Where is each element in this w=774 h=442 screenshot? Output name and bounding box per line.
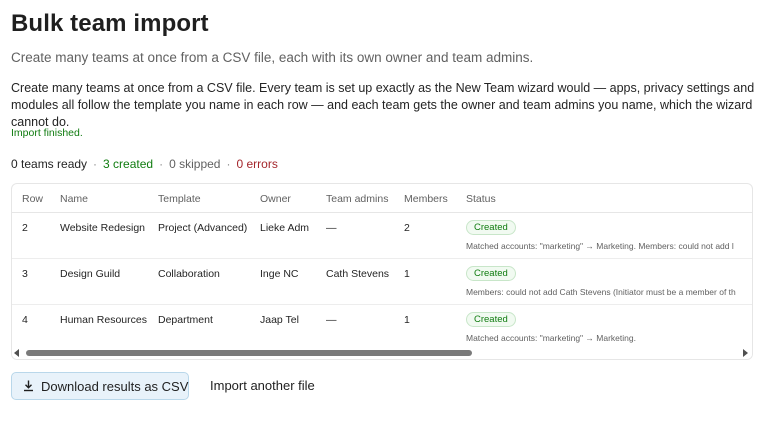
download-icon [24, 380, 33, 392]
table-row: 2 Website Redesign Project (Advanced) Li… [12, 213, 752, 259]
cell-owner: Inge NC [260, 268, 299, 280]
summary-separator: · [93, 157, 98, 171]
cell-members: 2 [404, 222, 410, 234]
summary-skipped: 0 skipped [169, 157, 221, 171]
column-header-status: Status [466, 193, 496, 205]
status-note: Matched accounts: "marketing" → Marketin… [466, 241, 734, 251]
import-status-message: Import finished. [11, 127, 83, 139]
cell-team-admins: Cath Stevens [326, 268, 390, 280]
summary-separator: · [226, 157, 231, 171]
page-title: Bulk team import [11, 10, 209, 37]
column-header-row: Row [22, 193, 44, 205]
table-header-row: Row Name Template Owner Team admins Memb… [12, 184, 752, 213]
import-another-file-button[interactable]: Import another file [210, 378, 315, 393]
status-note: Matched accounts: "marketing" → Marketin… [466, 333, 636, 343]
status-badge: Created [466, 220, 516, 235]
cell-row-number: 4 [22, 314, 28, 326]
page-description: Create many teams at once from a CSV fil… [11, 81, 755, 129]
cell-team-name: Website Redesign [60, 222, 146, 234]
cell-members: 1 [404, 268, 410, 280]
column-header-owner: Owner [260, 193, 291, 205]
cell-row-number: 3 [22, 268, 28, 280]
status-badge: Created [466, 312, 516, 327]
cell-template: Collaboration [158, 268, 220, 280]
column-header-team-admins: Team admins [326, 193, 389, 205]
cell-owner: Jaap Tel [260, 314, 299, 326]
results-table-content: Row Name Template Owner Team admins Memb… [12, 184, 752, 351]
cell-template: Project (Advanced) [158, 222, 248, 234]
status-badge: Created [466, 266, 516, 281]
table-row: 4 Human Resources Department Jaap Tel — … [12, 305, 752, 351]
cell-team-name: Human Resources [60, 314, 147, 326]
cell-template: Department [158, 314, 213, 326]
summary-separator: · [159, 157, 164, 171]
cell-team-name: Design Guild [60, 268, 121, 280]
results-table: Row Name Template Owner Team admins Memb… [11, 183, 753, 360]
table-row: 3 Design Guild Collaboration Inge NC Cat… [12, 259, 752, 305]
scroll-right-arrow-icon[interactable] [743, 349, 748, 357]
summary-ready: 0 teams ready [11, 157, 88, 171]
status-note: Members: could not add Cath Stevens (Ini… [466, 287, 736, 297]
cell-team-admins: — [326, 222, 337, 234]
cell-row-number: 2 [22, 222, 28, 234]
download-results-button[interactable]: Download results as CSV [11, 372, 189, 400]
import-summary: 0 teams ready · 3 created · 0 skipped · 0 erro… [11, 157, 278, 171]
horizontal-scrollbar[interactable] [12, 347, 752, 359]
summary-created: 3 created [103, 157, 154, 171]
column-header-members: Members [404, 193, 448, 205]
cell-owner: Lieke Adm [260, 222, 310, 234]
page-subtitle: Create many teams at once from a CSV fil… [11, 50, 534, 65]
column-header-template: Template [158, 193, 201, 205]
scroll-left-arrow-icon[interactable] [14, 349, 19, 357]
scrollbar-thumb[interactable] [26, 350, 472, 356]
cell-team-admins: — [326, 314, 337, 326]
column-header-name: Name [60, 193, 89, 205]
cell-members: 1 [404, 314, 410, 326]
summary-errors: 0 errors [236, 157, 278, 171]
download-results-label: Download results as CSV [41, 379, 189, 394]
